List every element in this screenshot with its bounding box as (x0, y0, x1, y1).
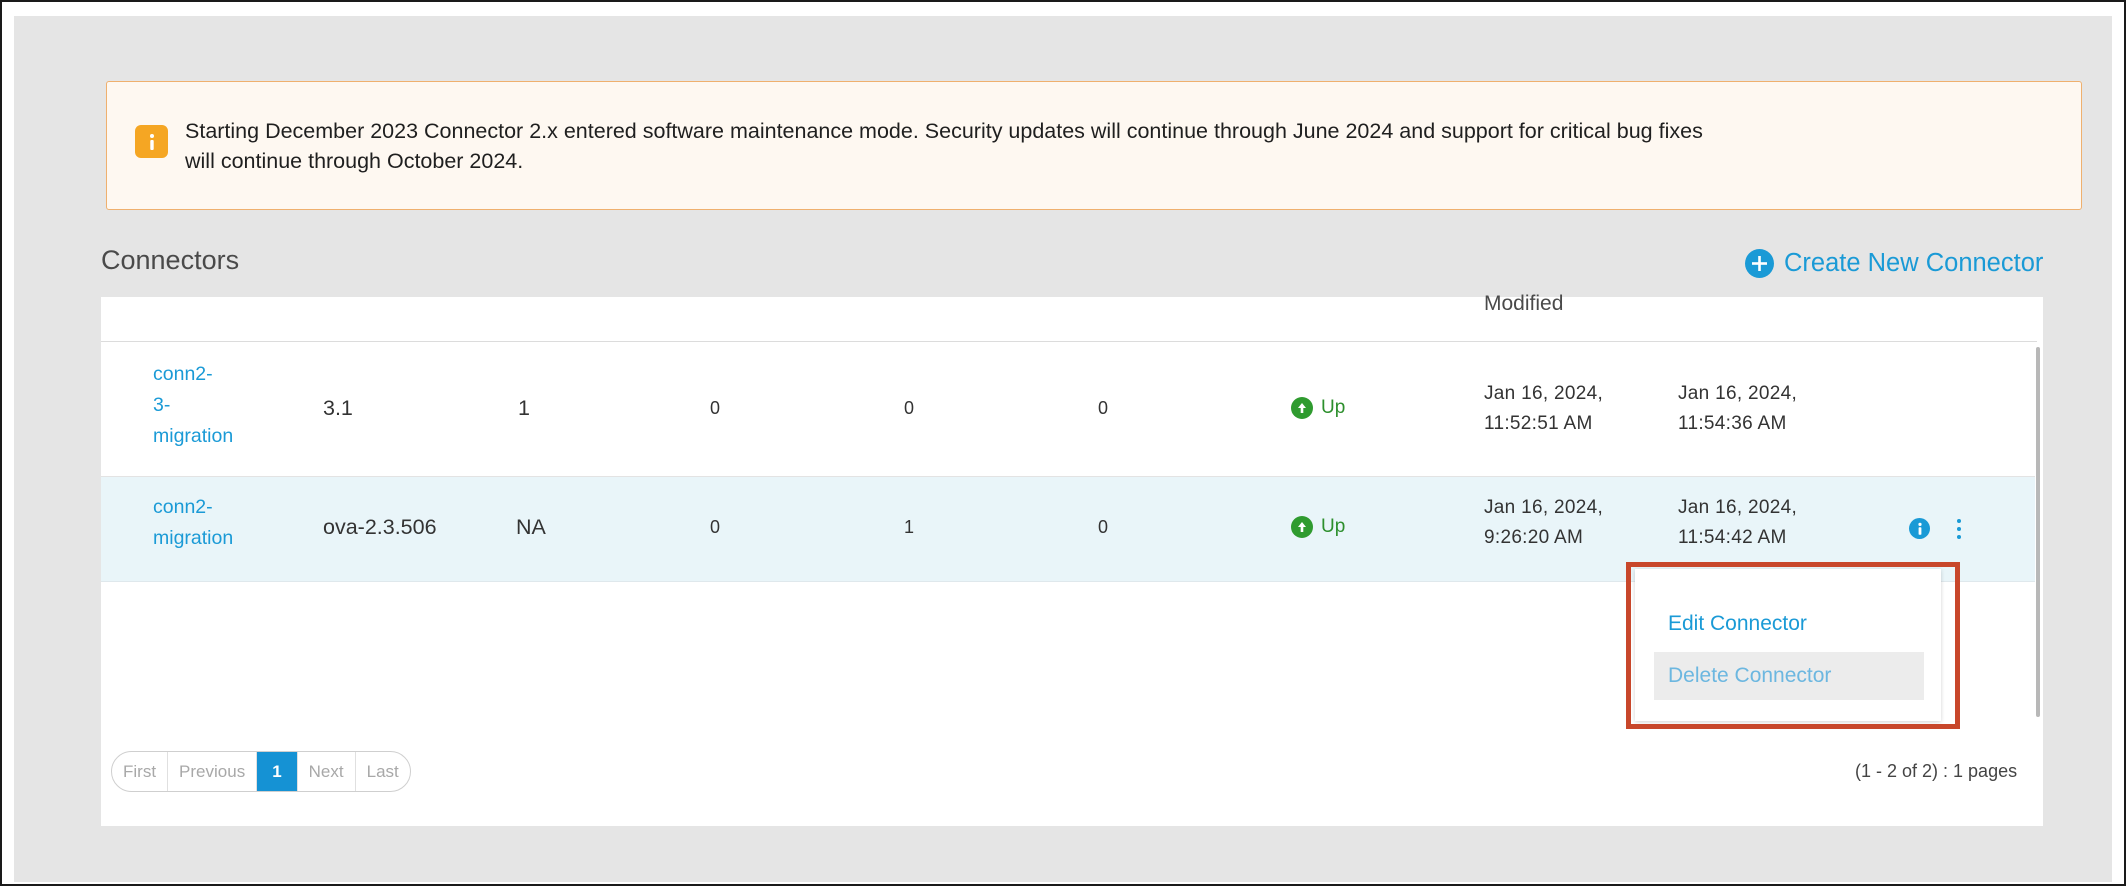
last-datetime: Jan 16, 2024, 11:54:36 AM (1678, 379, 1797, 439)
pagination-current-page[interactable]: 1 (257, 752, 298, 791)
more-actions-icon[interactable] (1953, 519, 1965, 539)
table-row: conn2- 3- migration 3.1 1 0 0 0 Up Jan 1… (101, 342, 2035, 477)
connector-name-line: 3- (153, 394, 171, 416)
column-header-modified[interactable]: Modified (1484, 292, 1563, 316)
highlight-box (1626, 562, 1960, 729)
status-text: Up (1321, 397, 1346, 418)
date-line: Jan 16, 2024, (1678, 383, 1798, 404)
modified-datetime: Jan 16, 2024, 9:26:20 AM (1484, 493, 1603, 553)
create-new-connector-button[interactable]: Create New Connector (1745, 245, 2043, 281)
date-line: Jan 16, 2024, (1484, 497, 1604, 518)
banner-line-1: Starting December 2023 Connector 2.x ent… (185, 119, 1703, 143)
banner-message: Starting December 2023 Connector 2.x ent… (185, 116, 1885, 176)
cell-value: 0 (904, 398, 915, 418)
status-badge: Up (1291, 397, 1345, 419)
connector-version: ova-2.3.506 (323, 515, 437, 539)
time-line: 9:26:20 AM (1484, 527, 1584, 548)
cell-value: 0 (710, 398, 721, 418)
time-line: 11:54:36 AM (1678, 413, 1787, 434)
page-title: Connectors (101, 245, 240, 275)
pagination-next[interactable]: Next (298, 752, 356, 791)
time-line: 11:52:51 AM (1484, 413, 1593, 434)
arrow-up-icon (1291, 516, 1313, 538)
cell-value: 1 (904, 517, 915, 537)
pagination-first[interactable]: First (112, 752, 169, 791)
connector-name-line: conn2- (153, 496, 213, 518)
cell-value: 0 (710, 517, 721, 537)
pagination-summary: (1 - 2 of 2) : 1 pages (1855, 761, 2018, 781)
arrow-up-icon (1291, 397, 1313, 419)
modified-datetime: Jan 16, 2024, 11:52:51 AM (1484, 379, 1603, 439)
connector-name-line: migration (153, 425, 234, 447)
table-scrollbar[interactable] (2036, 347, 2040, 717)
info-icon[interactable] (1909, 518, 1930, 539)
cell-value: 0 (1098, 517, 1109, 537)
connector-version: 3.1 (323, 396, 353, 420)
maintenance-banner: Starting December 2023 Connector 2.x ent… (106, 81, 2082, 210)
cell-value: NA (516, 515, 546, 539)
plus-circle-icon (1745, 248, 1774, 278)
time-line: 11:54:42 AM (1678, 527, 1787, 548)
info-icon (135, 125, 168, 158)
cell-value: 0 (1098, 398, 1109, 418)
date-line: Jan 16, 2024, (1678, 497, 1798, 518)
last-datetime: Jan 16, 2024, 11:54:42 AM (1678, 493, 1797, 553)
status-badge: Up (1291, 516, 1345, 538)
date-line: Jan 16, 2024, (1484, 383, 1604, 404)
pagination-last[interactable]: Last (356, 752, 410, 791)
connector-name-link[interactable]: conn2- 3- migration (153, 359, 233, 452)
connector-name-line: conn2- (153, 363, 213, 385)
status-text: Up (1321, 516, 1346, 537)
banner-line-2: will continue through October 2024. (185, 149, 524, 173)
pagination: First Previous 1 Next Last (111, 751, 411, 792)
connector-name-link[interactable]: conn2- migration (153, 492, 233, 554)
cell-value: 1 (518, 396, 530, 420)
connector-name-line: migration (153, 527, 234, 549)
pagination-previous[interactable]: Previous (168, 752, 258, 791)
create-new-connector-label: Create New Connector (1784, 248, 2044, 277)
